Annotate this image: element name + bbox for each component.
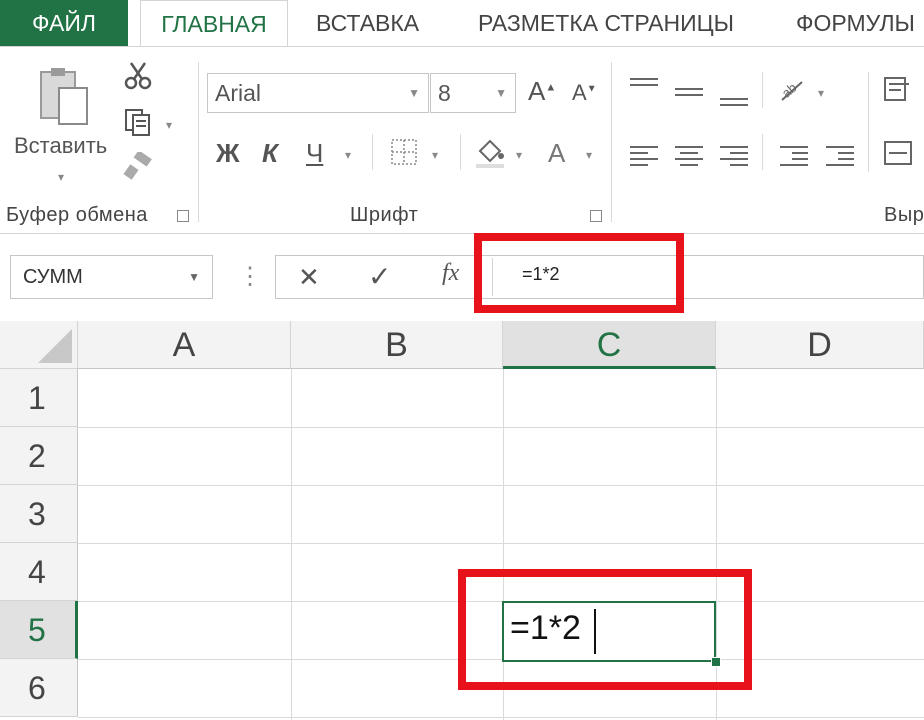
grow-font-button[interactable]: A▲ [528,76,556,107]
decrease-indent-icon[interactable] [780,142,808,170]
tab-file[interactable]: ФАЙЛ [0,0,128,46]
merge-center-icon[interactable] [882,136,914,170]
tab-home[interactable]: ГЛАВНАЯ [140,0,288,48]
italic-button[interactable]: К [262,138,278,169]
increase-indent-icon[interactable] [826,142,854,170]
orientation-dropdown-arrow[interactable]: ▾ [818,86,824,100]
row-header-4[interactable]: 4 [0,543,78,601]
borders-dropdown-arrow[interactable]: ▾ [432,148,438,162]
row-header-2[interactable]: 2 [0,427,78,485]
divider [762,134,763,170]
copy-dropdown-arrow[interactable]: ▾ [166,118,172,132]
group-divider [611,62,612,222]
cancel-icon[interactable]: ✕ [298,262,320,293]
row-header-5[interactable]: 5 [0,601,78,659]
scissors-icon[interactable] [120,60,156,92]
tab-page-layout[interactable]: РАЗМЕТКА СТРАНИЦЫ [478,0,734,46]
fill-color-dropdown-arrow[interactable]: ▾ [516,148,522,162]
format-painter-icon[interactable] [120,150,156,184]
row-header-1[interactable]: 1 [0,369,78,427]
column-header-d[interactable]: D [716,321,924,369]
row-header-3[interactable]: 3 [0,485,78,543]
font-name-input[interactable]: Arial ▼ [207,73,429,113]
grow-font-glyph: A [528,76,546,106]
chevron-down-icon: ▼ [495,86,507,100]
align-right-icon[interactable] [720,142,748,170]
highlight-cell-box [458,569,752,690]
clipboard-launcher-icon[interactable] [177,210,189,222]
borders-icon[interactable] [388,137,420,167]
gridline [78,427,924,428]
alignment-group-label: Выр [884,204,924,226]
svg-text:ab: ab [779,80,800,101]
font-color-button[interactable]: A [548,138,565,169]
bold-button[interactable]: Ж [216,138,240,169]
align-center-icon[interactable] [675,142,703,170]
name-box[interactable]: СУММ ▼ [10,255,213,299]
wrap-text-icon[interactable] [882,72,914,106]
shrink-font-button[interactable]: A▼ [572,80,597,106]
select-all-corner[interactable] [0,321,78,369]
ribbon-tab-bar: ФАЙЛ ГЛАВНАЯ ВСТАВКА РАЗМЕТКА СТРАНИЦЫ Ф… [0,0,924,48]
group-divider [198,62,199,222]
align-middle-icon[interactable] [675,84,703,100]
tab-formulas[interactable]: ФОРМУЛЫ [796,0,915,46]
paste-icon[interactable] [30,62,96,132]
column-header-c[interactable]: C [503,321,716,369]
divider [762,72,763,108]
row-header-6[interactable]: 6 [0,659,78,717]
align-left-icon[interactable] [630,142,658,170]
shrink-font-glyph: A [572,80,587,105]
underline-button[interactable]: Ч [306,138,323,169]
column-header-a[interactable]: A [78,321,291,369]
align-top-icon[interactable] [630,74,658,90]
font-name-value: Arial [215,80,262,106]
fill-color-icon[interactable] [472,134,508,170]
gridline [291,369,292,720]
font-size-input[interactable]: 8 ▼ [430,73,516,113]
gridline [78,485,924,486]
font-color-dropdown-arrow[interactable]: ▾ [586,148,592,162]
font-group-label: Шрифт [350,204,419,226]
column-header-b[interactable]: B [291,321,503,369]
name-box-value: СУММ [23,266,83,288]
divider [372,134,373,170]
gridline [78,717,924,718]
tab-insert[interactable]: ВСТАВКА [316,0,419,46]
chevron-down-icon: ▼ [408,86,420,100]
paste-dropdown-arrow[interactable]: ▾ [58,170,64,184]
gridline [78,543,924,544]
enter-icon[interactable]: ✓ [368,260,391,293]
font-launcher-icon[interactable] [590,210,602,222]
highlight-formula-box [474,233,684,313]
divider [460,134,461,170]
divider [868,72,869,172]
clipboard-group-label: Буфер обмена [6,204,148,226]
underline-dropdown-arrow[interactable]: ▾ [345,148,351,162]
orientation-icon[interactable]: ab [776,72,810,106]
paste-button-label[interactable]: Вставить [14,133,107,159]
copy-icon[interactable] [120,106,156,138]
formula-bar-splitter[interactable]: ⋮ [238,262,262,291]
align-bottom-icon[interactable] [720,94,748,110]
insert-function-icon[interactable]: fx [442,260,459,287]
chevron-down-icon: ▼ [188,270,200,284]
font-size-value: 8 [438,80,451,106]
